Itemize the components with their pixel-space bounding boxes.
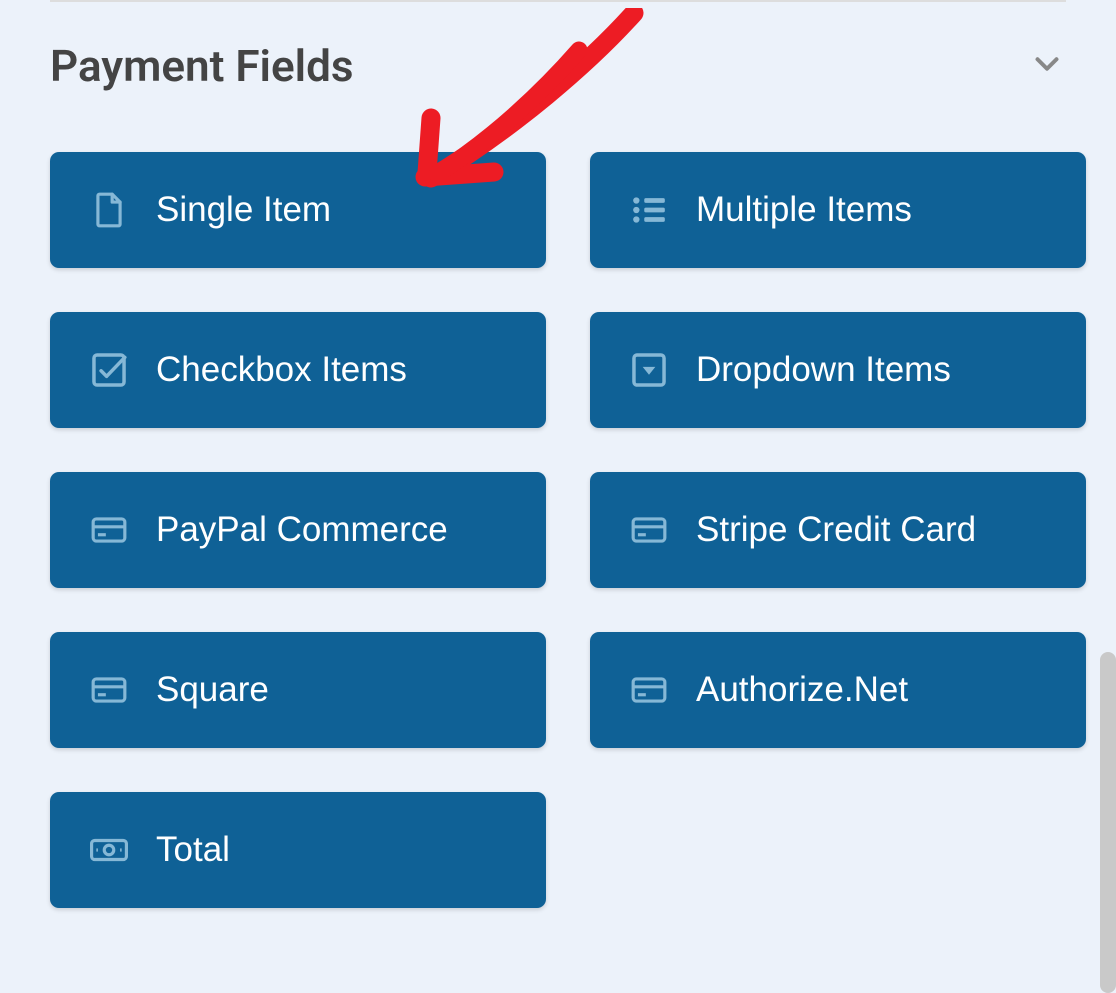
field-label: PayPal Commerce (156, 510, 448, 550)
field-multiple-items[interactable]: Multiple Items (590, 152, 1086, 268)
field-paypal-commerce[interactable]: PayPal Commerce (50, 472, 546, 588)
field-authorize-net[interactable]: Authorize.Net (590, 632, 1086, 748)
section-title: Payment Fields (50, 40, 353, 92)
chevron-down-icon (1028, 45, 1066, 87)
field-square[interactable]: Square (50, 632, 546, 748)
field-single-item[interactable]: Single Item (50, 152, 546, 268)
section-header[interactable]: Payment Fields (0, 5, 1116, 112)
money-icon (90, 831, 128, 869)
field-dropdown-items[interactable]: Dropdown Items (590, 312, 1086, 428)
checkbox-icon (90, 351, 128, 389)
card-icon (90, 671, 128, 709)
field-label: Checkbox Items (156, 350, 407, 390)
field-label: Authorize.Net (696, 670, 908, 710)
field-label: Total (156, 830, 230, 870)
card-icon (630, 671, 668, 709)
field-label: Stripe Credit Card (696, 510, 976, 550)
list-icon (630, 191, 668, 229)
file-icon (90, 191, 128, 229)
field-total[interactable]: Total (50, 792, 546, 908)
field-checkbox-items[interactable]: Checkbox Items (50, 312, 546, 428)
field-label: Square (156, 670, 269, 710)
field-stripe-credit-card[interactable]: Stripe Credit Card (590, 472, 1086, 588)
card-icon (630, 511, 668, 549)
field-label: Dropdown Items (696, 350, 951, 390)
field-label: Single Item (156, 190, 331, 230)
fields-grid: Single Item Multiple Items Checkbox Item… (0, 112, 1116, 938)
scrollbar[interactable] (1100, 652, 1116, 993)
dropdown-icon (630, 351, 668, 389)
card-icon (90, 511, 128, 549)
field-label: Multiple Items (696, 190, 912, 230)
